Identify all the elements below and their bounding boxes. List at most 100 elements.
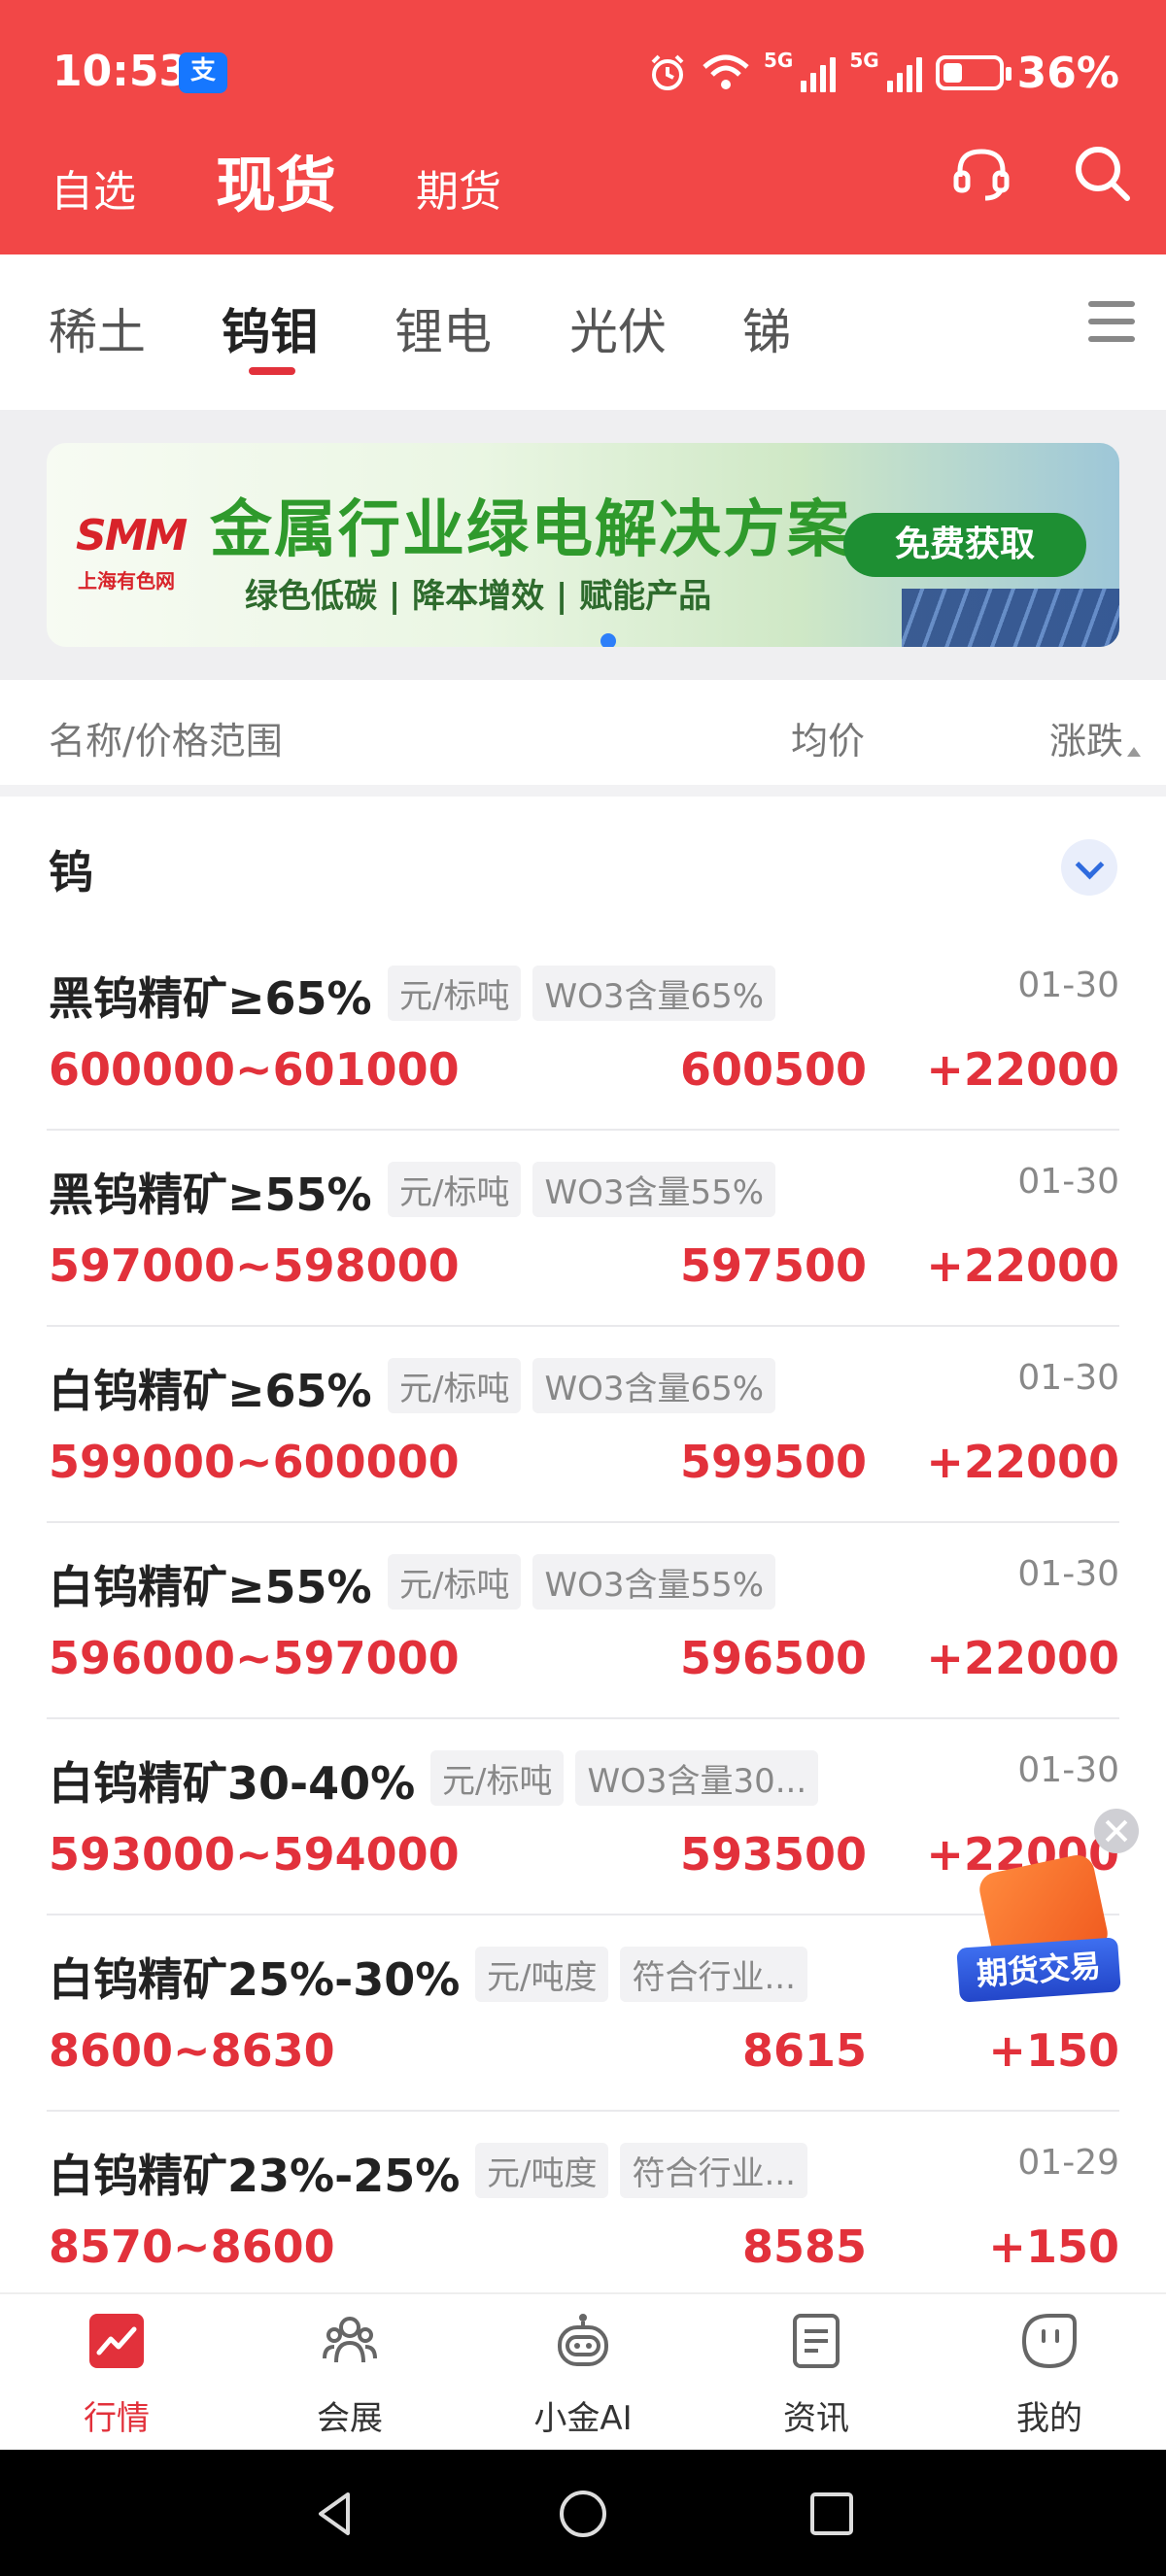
recent-apps-icon[interactable] [806,2489,857,2539]
system-navigation-bar [0,2450,1166,2576]
search-icon[interactable] [1071,142,1133,204]
product-name: 白钨精矿≥55% [49,1561,372,1613]
nav-ai-assistant[interactable]: 小金AI [466,2294,700,2452]
back-icon[interactable] [309,2489,360,2539]
product-name: 白钨精矿≥65% [49,1365,372,1417]
spec-tag: WO3含量55% [532,1554,776,1610]
product-tags: 元/吨度 符合行业... [475,2143,807,2198]
price-date: 01-30 [1017,966,1119,1005]
network-type-1: 5G [763,49,794,72]
nav-label-market: 行情 [84,2399,150,2438]
spec-tag: WO3含量65% [532,966,776,1021]
column-change-sort[interactable]: 涨跌 [1049,711,1123,764]
alarm-icon [651,54,684,90]
price-range: 593000~594000 [49,1828,460,1881]
price-change: +150 [988,2024,1119,2077]
unit-tag: 元/标吨 [388,966,522,1021]
category-tab-rare-earth[interactable]: 稀土 [49,293,146,363]
unit-tag: 元/标吨 [388,1554,522,1610]
menu-icon[interactable] [1088,301,1135,344]
futures-trading-label: 期货交易 [956,1937,1121,2003]
close-icon[interactable] [1094,1809,1139,1853]
spec-tag: 符合行业... [620,1947,807,2002]
spec-tag: 符合行业... [620,2143,807,2198]
nav-exhibition[interactable]: 会展 [233,2294,466,2452]
price-change: +22000 [926,1436,1119,1488]
product-name: 黑钨精矿≥65% [49,972,372,1025]
category-tab-antimony[interactable]: 锑 [742,293,791,363]
price-range: 599000~600000 [49,1436,460,1488]
robot-icon [558,2314,608,2366]
nav-profile[interactable]: 我的 [933,2294,1166,2452]
product-name: 白钨精矿23%-25% [49,2150,461,2202]
network-type-2: 5G [849,49,879,72]
price-date: 01-30 [1017,1750,1119,1790]
product-name: 黑钨精矿≥55% [49,1169,372,1221]
promo-banner[interactable]: SMM 上海有色网 金属行业绿电解决方案 绿色低碳 | 降本增效 | 赋能产品 … [47,443,1119,647]
tab-futures[interactable]: 期货 [416,156,501,219]
bottom-navigation: 行情 会展 小金AI 资讯 我的 [0,2292,1166,2450]
alipay-notification-icon: 支 [179,52,227,93]
nav-market[interactable]: 行情 [0,2294,233,2452]
price-range: 597000~598000 [49,1239,460,1292]
document-icon [793,2314,840,2368]
nav-news[interactable]: 资讯 [700,2294,933,2452]
nav-label-ai: 小金AI [533,2399,633,2438]
collapse-chevron-icon[interactable] [1061,839,1117,896]
product-tags: 元/标吨 WO3含量55% [388,1162,776,1217]
unit-tag: 元/吨度 [475,2143,609,2198]
banner-cta-button[interactable]: 免费获取 [843,513,1086,577]
wifi-icon [703,54,749,89]
carousel-indicator [600,633,616,647]
average-price: 600500 [679,1043,867,1096]
futures-trading-badge[interactable]: 期货交易 [956,1851,1121,2007]
product-tags: 元/标吨 WO3含量55% [388,1554,776,1610]
unit-tag: 元/标吨 [388,1162,522,1217]
price-change: +150 [988,2220,1119,2273]
spec-tag: WO3含量30... [575,1750,819,1806]
price-date: 01-29 [1017,2143,1119,2183]
product-tags: 元/标吨 WO3含量30... [430,1750,819,1806]
status-icons: 5G 5G 36% [647,48,1119,98]
price-date: 01-30 [1017,1358,1119,1398]
category-tab-tungsten-molybdenum[interactable]: 钨钼 [222,293,319,363]
signal-strength-icon [801,53,837,92]
spec-tag: WO3含量55% [532,1162,776,1217]
tab-spot[interactable]: 现货 [216,136,336,223]
headset-icon[interactable] [950,142,1012,204]
price-row[interactable]: 黑钨精矿≥65% 元/标吨 WO3含量65% 01-30 600000~601000 60… [47,934,1119,1131]
product-tags: 元/标吨 WO3含量65% [388,1358,776,1413]
top-tabs: 自选 现货 期货 [51,136,581,223]
banner-title: 金属行业绿电解决方案 [210,494,851,566]
list-column-header: 名称/价格范围 均价 涨跌 [0,680,1166,797]
category-tab-lithium[interactable]: 锂电 [394,293,492,363]
price-row[interactable]: 白钨精矿≥55% 元/标吨 WO3含量55% 01-30 596000~597000 59… [47,1523,1119,1719]
average-price: 8615 [741,2024,867,2077]
product-name: 白钨精矿30-40% [49,1757,416,1810]
price-row[interactable]: 白钨精矿≥65% 元/标吨 WO3含量65% 01-30 599000~600000 59… [47,1327,1119,1523]
banner-logo-subtitle: 上海有色网 [78,569,175,593]
product-name: 白钨精矿25%-30% [49,1953,461,2006]
price-change: +22000 [926,1043,1119,1096]
home-icon[interactable] [558,2489,608,2539]
price-row[interactable]: 白钨精矿23%-25% 元/吨度 符合行业... 01-29 8570~8600 8585… [47,2112,1119,2308]
average-price: 8585 [741,2220,867,2273]
people-icon [323,2317,377,2363]
group-header[interactable]: 钨 [0,808,1166,934]
tab-watchlist[interactable]: 自选 [51,156,136,219]
nav-label-profile: 我的 [1016,2399,1082,2438]
signal-strength-icon-2 [886,53,922,92]
column-name: 名称/价格范围 [49,720,283,763]
price-row[interactable]: 黑钨精矿≥55% 元/标吨 WO3含量55% 01-30 597000~598000 59… [47,1131,1119,1327]
price-date: 01-30 [1017,1554,1119,1594]
unit-tag: 元/吨度 [475,1947,609,2002]
category-tab-photovoltaic[interactable]: 光伏 [569,293,667,363]
price-range: 8570~8600 [49,2220,335,2273]
average-price: 597500 [679,1239,867,1292]
price-list: 黑钨精矿≥65% 元/标吨 WO3含量65% 01-30 600000~601000 60… [0,934,1166,2308]
price-range: 600000~601000 [49,1043,460,1096]
average-price: 599500 [679,1436,867,1488]
solar-panel-graphic [902,589,1119,647]
battery-percent: 36% [1016,48,1119,98]
battery-level [943,63,962,83]
